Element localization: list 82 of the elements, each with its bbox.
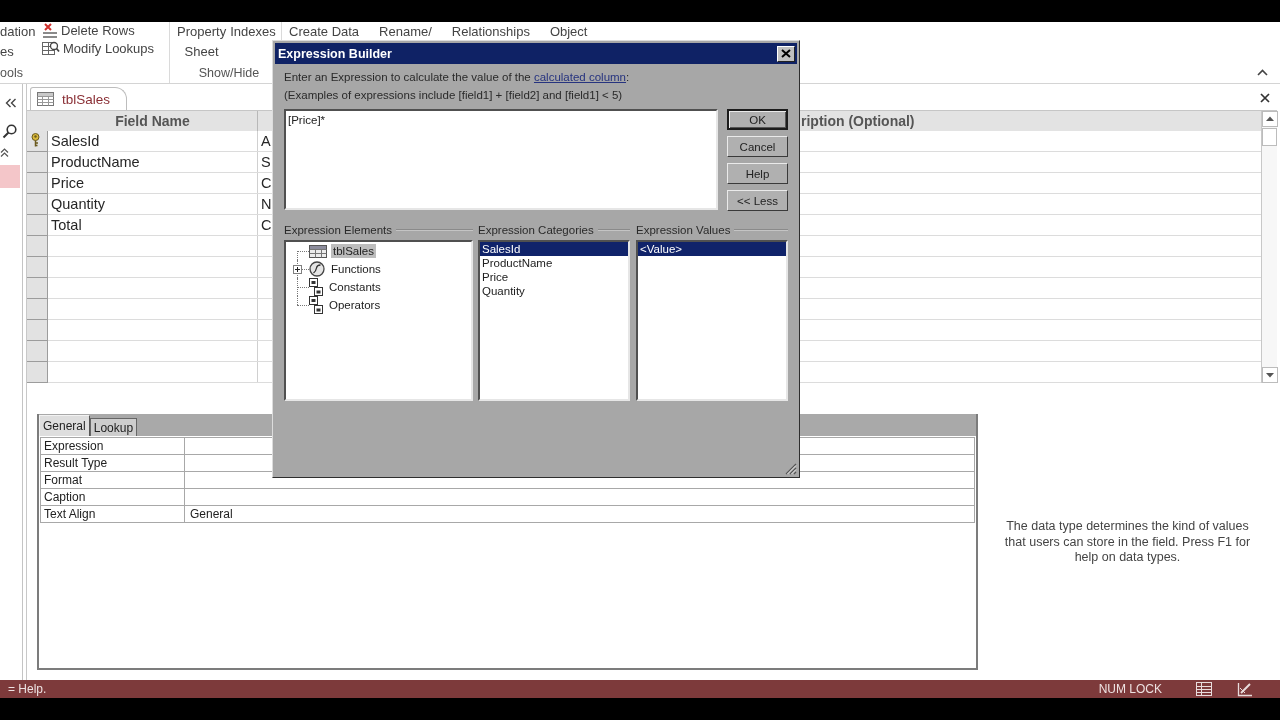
close-icon — [781, 49, 791, 58]
field-name-cell: Price — [48, 173, 258, 193]
delete-rows-icon — [42, 23, 58, 38]
circle-curve-icon — [309, 261, 325, 277]
dialog-button[interactable]: Help — [727, 163, 788, 184]
ribbon-button[interactable]: Object — [549, 22, 588, 39]
list-item[interactable]: SalesId — [480, 242, 628, 256]
linked-boxes-icon — [309, 278, 323, 296]
field-name-cell: Total — [48, 215, 258, 235]
search-icon[interactable] — [2, 124, 17, 139]
ribbon-button[interactable]: Indexes — [230, 22, 276, 39]
pane-label: Expression Categories — [478, 223, 594, 237]
prompt-text: Enter an Expression to calculate the value of the calculated column: — [284, 71, 630, 83]
data-type-cell: S — [261, 154, 271, 170]
close-button[interactable] — [777, 45, 795, 62]
property-name: Format — [41, 472, 185, 488]
column-header: Field Name — [115, 113, 190, 129]
ribbon-button[interactable]: dation es — [0, 22, 36, 59]
pencil-ruler-icon[interactable] — [1237, 681, 1253, 697]
row-selector[interactable] — [27, 131, 48, 152]
values-list[interactable]: <Value> — [636, 240, 788, 401]
lookup-icon — [42, 40, 60, 57]
collapse-pane-icon[interactable] — [5, 98, 17, 108]
property-name: Text Align — [41, 506, 185, 522]
dialog-button[interactable]: OK — [727, 109, 788, 130]
dialog-button[interactable]: << Less — [727, 190, 788, 211]
scroll-down-icon[interactable] — [1262, 367, 1278, 383]
property-name: Expression — [41, 438, 185, 454]
elements-list[interactable]: tblSales Functions Constants Operators — [284, 240, 473, 401]
status-indicator: NUM LOCK — [1098, 682, 1162, 696]
list-item[interactable]: <Value> — [638, 242, 786, 256]
vertical-scrollbar[interactable] — [1261, 111, 1277, 383]
close-icon[interactable] — [1260, 93, 1270, 103]
list-item[interactable]: ProductName — [480, 256, 628, 270]
property-name: Caption — [41, 489, 185, 505]
document-tab[interactable]: tblSales — [30, 87, 128, 110]
ribbon-button[interactable]: Modify Lookups — [42, 40, 155, 57]
property-value-field[interactable]: General — [185, 506, 974, 522]
property-tab[interactable]: Lookup — [89, 418, 138, 436]
categories-list[interactable]: SalesId ProductName Price Quantity — [478, 240, 630, 401]
help-text: The data type determines the kind of values that users can store in the field. Press F1 for help on data types. — [1003, 519, 1252, 566]
tree-item[interactable]: tblSales — [331, 244, 376, 258]
data-type-cell: C — [261, 217, 272, 233]
expand-icon[interactable] — [293, 265, 302, 274]
group-label: ools — [0, 66, 24, 82]
column-header: ription (Optional) — [801, 113, 915, 129]
status-text: = Help. — [8, 682, 47, 696]
collapse-ribbon-icon[interactable] — [1257, 69, 1268, 76]
tree-item[interactable]: Functions — [329, 262, 383, 276]
double-chevron-up-icon[interactable] — [0, 148, 9, 157]
field-name-cell: SalesId — [48, 131, 258, 151]
scroll-up-icon[interactable] — [1262, 111, 1278, 127]
tree-item[interactable]: Constants — [327, 280, 383, 294]
pane-label: Expression Elements — [284, 223, 393, 237]
expression-field[interactable]: [Price]* — [284, 109, 718, 210]
ribbon-button[interactable]: Create Data — [289, 22, 360, 39]
field-name-cell: ProductName — [48, 152, 258, 172]
key-icon — [30, 133, 40, 147]
ribbon-button[interactable]: Relationships — [451, 22, 530, 39]
property-name: Result Type — [41, 455, 185, 471]
ribbon-button[interactable]: Property Sheet — [177, 22, 227, 59]
list-item[interactable]: Quantity — [480, 284, 628, 298]
data-type-cell: N — [261, 196, 272, 212]
scroll-thumb[interactable] — [1262, 128, 1277, 146]
group-label: Show/Hide — [197, 66, 261, 82]
data-type-cell: C — [261, 175, 272, 191]
dialog-title: Expression Builder — [278, 46, 392, 61]
grid-icon[interactable] — [1196, 682, 1212, 696]
linked-boxes-icon — [309, 296, 323, 314]
pane-label: Expression Values — [636, 223, 731, 237]
ribbon-button[interactable]: Rename/ — [379, 22, 432, 39]
examples-text: (Examples of expressions include [field1] + [field2] and [field1] < 5) — [284, 89, 623, 101]
table-icon — [37, 92, 54, 106]
data-type-cell: A — [261, 133, 271, 149]
field-name-cell: Quantity — [48, 194, 258, 214]
resize-grip-icon[interactable] — [785, 463, 797, 475]
property-tab[interactable]: General — [39, 415, 90, 436]
tree-item[interactable]: Operators — [327, 298, 383, 312]
list-item[interactable]: Price — [480, 270, 628, 284]
ribbon-button[interactable]: Delete Rows — [42, 22, 155, 39]
dialog-button[interactable]: Cancel — [727, 136, 788, 157]
table-icon — [309, 244, 327, 258]
